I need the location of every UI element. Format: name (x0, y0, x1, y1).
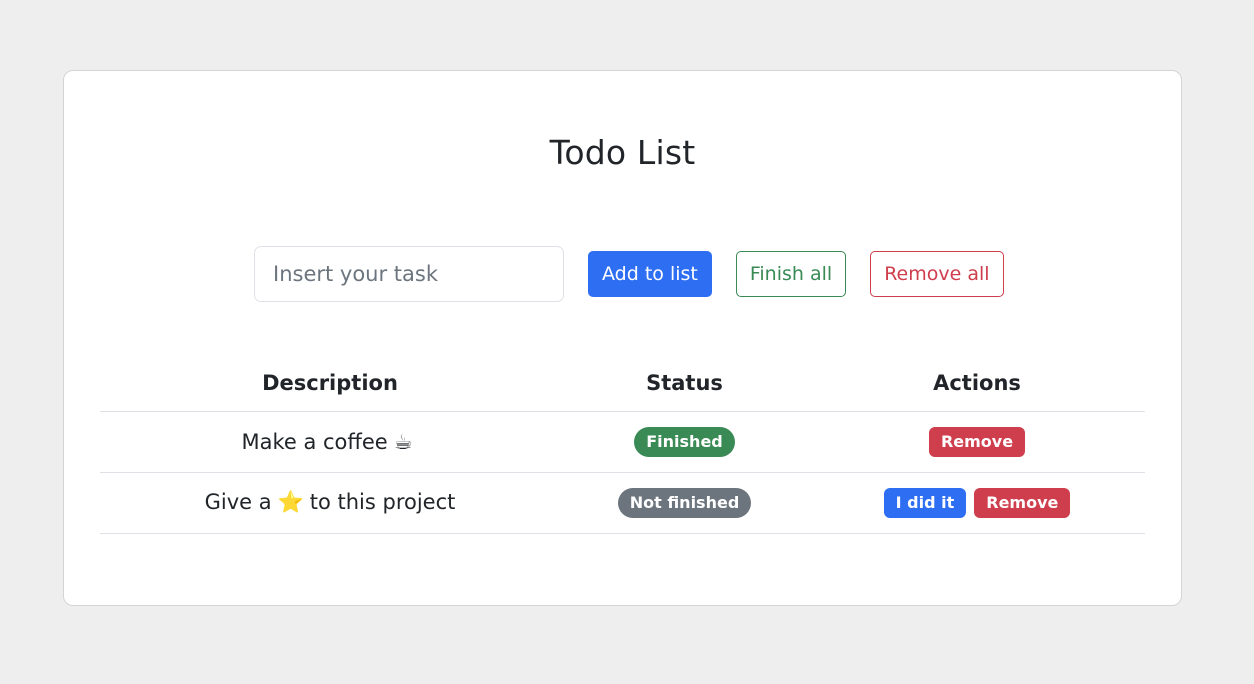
todo-table: Description Status Actions Make a coffee… (100, 353, 1145, 534)
table-row: Give a ⭐ to this project Not finished I di… (100, 472, 1145, 534)
header-status: Status (560, 353, 809, 412)
status-badge: Finished (634, 426, 735, 457)
table-header-row: Description Status Actions (100, 353, 1145, 412)
remove-all-button[interactable]: Remove all (870, 251, 1004, 297)
task-status: Not finished (560, 472, 809, 534)
status-badge: Not finished (617, 487, 752, 518)
task-description: Give a ⭐ to this project (100, 472, 560, 534)
task-controls: Add to list Finish all Remove all (254, 246, 1004, 302)
star-icon: ⭐ (277, 490, 304, 514)
coffee-icon: ☕ (393, 429, 413, 454)
header-actions: Actions (809, 353, 1145, 412)
remove-button[interactable]: Remove (974, 487, 1071, 518)
task-description: Make a coffee ☕ (100, 411, 560, 473)
i-did-it-button[interactable]: I did it (883, 487, 967, 518)
task-description-text: Make a coffee (241, 429, 388, 454)
task-input[interactable] (254, 246, 564, 302)
header-description: Description (100, 353, 560, 412)
task-description-text: Give a (204, 490, 272, 514)
task-description-text-after: to this project (309, 490, 456, 514)
task-actions: Remove (809, 411, 1145, 473)
remove-button[interactable]: Remove (928, 426, 1026, 457)
task-status: Finished (560, 411, 809, 473)
table-row: Make a coffee ☕ Finished Remove (100, 411, 1145, 473)
task-actions: I did it Remove (809, 472, 1145, 534)
todo-card: Todo List Add to list Finish all Remove … (63, 70, 1182, 606)
add-to-list-button[interactable]: Add to list (588, 251, 712, 297)
finish-all-button[interactable]: Finish all (735, 251, 847, 297)
page-title: Todo List (549, 133, 696, 172)
